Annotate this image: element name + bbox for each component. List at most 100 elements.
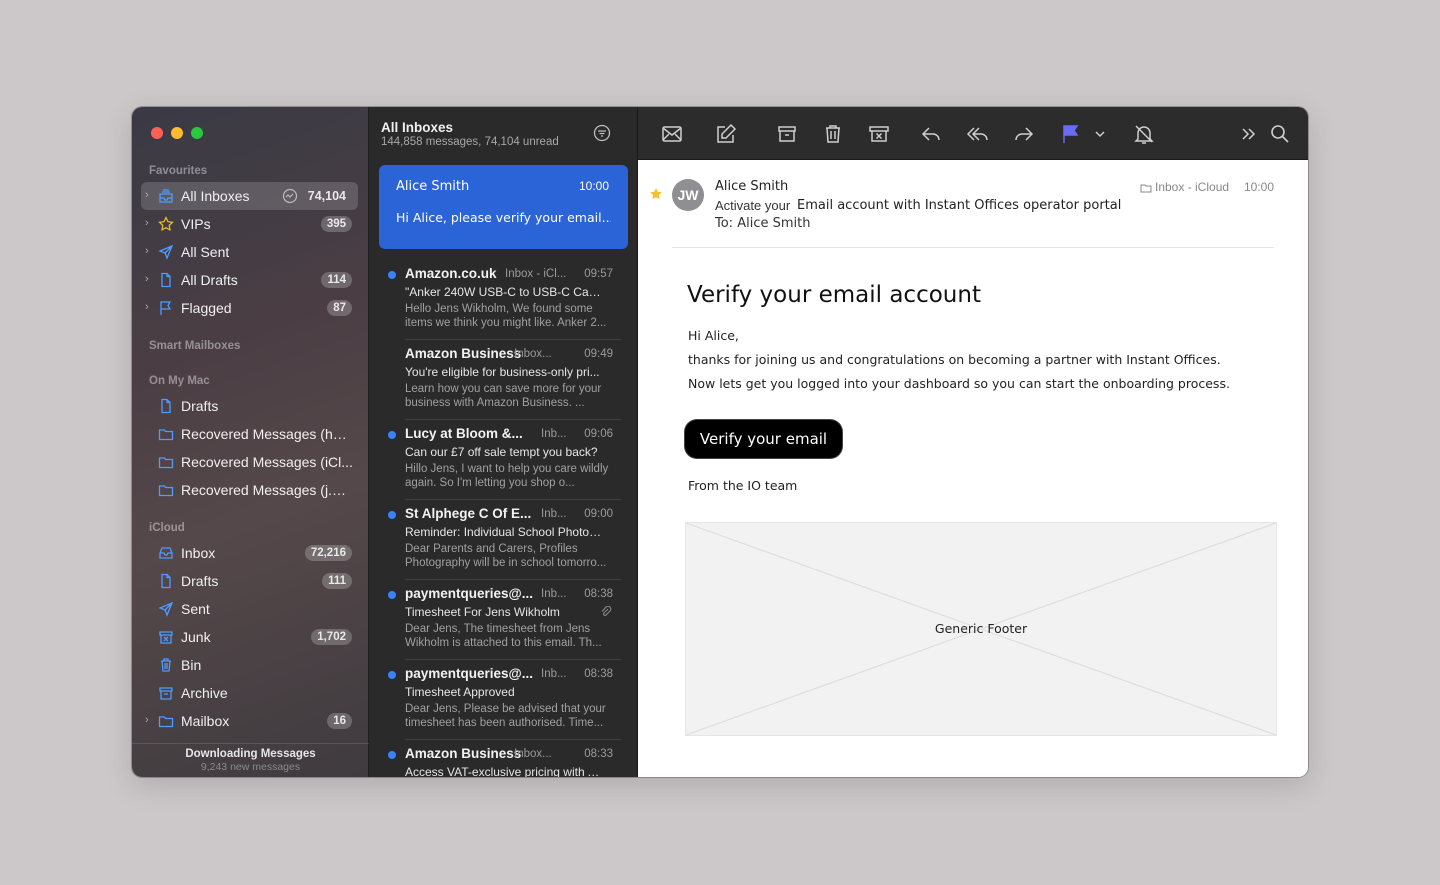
sidebar-item-label: All Drafts bbox=[181, 272, 238, 288]
message-sender: Amazon Business bbox=[405, 346, 522, 361]
list-item[interactable]: Amazon Business Inbox... 08:33 Access VA… bbox=[369, 740, 637, 777]
search-icon[interactable] bbox=[1268, 122, 1292, 146]
email-greeting: Hi Alice, bbox=[688, 328, 739, 343]
sidebar-item-label: Junk bbox=[181, 629, 211, 645]
sender-name: Alice Smith bbox=[715, 179, 789, 194]
message-subject: Can our £7 off sale tempt you back? bbox=[405, 445, 598, 459]
minimize-window-button[interactable] bbox=[171, 127, 183, 139]
message-mailbox: Inbox... bbox=[514, 348, 552, 360]
more-chevrons-icon[interactable] bbox=[1237, 122, 1261, 146]
sidebar-item-all-inboxes[interactable]: › All Inboxes 74,104 bbox=[141, 182, 358, 210]
trash-icon[interactable] bbox=[821, 122, 845, 146]
unread-count: 114 bbox=[321, 272, 352, 288]
footer-label: Generic Footer bbox=[934, 621, 1028, 636]
list-item[interactable]: Lucy at Bloom &... Inb... 09:06 Can our … bbox=[369, 420, 637, 500]
sidebar-item-label: Drafts bbox=[181, 573, 219, 589]
archive-icon[interactable] bbox=[775, 122, 799, 146]
unread-count: 111 bbox=[322, 573, 352, 589]
section-smart-mailboxes[interactable]: Smart Mailboxes bbox=[149, 340, 240, 352]
mute-bell-icon[interactable] bbox=[1132, 122, 1156, 146]
sidebar-item-recovered-1[interactable]: Recovered Messages (hell... bbox=[141, 420, 358, 448]
sidebar-item-icloud-inbox[interactable]: Inbox 72,216 bbox=[141, 539, 358, 567]
sidebar-item-icloud-bin[interactable]: Bin bbox=[141, 651, 358, 679]
chevron-right-icon[interactable]: › bbox=[145, 301, 155, 315]
sidebar-item-all-sent[interactable]: › All Sent bbox=[141, 238, 358, 266]
sidebar-item-recovered-3[interactable]: Recovered Messages (j.wi... bbox=[141, 476, 358, 504]
message-time: 09:06 bbox=[584, 428, 613, 440]
message-sender: Amazon Business bbox=[405, 746, 522, 761]
flag-icon[interactable] bbox=[1059, 122, 1083, 146]
sidebar-item-icloud-drafts[interactable]: Drafts 111 bbox=[141, 567, 358, 595]
chevron-right-icon[interactable]: › bbox=[145, 217, 155, 231]
message-subject: Timesheet Approved bbox=[405, 685, 515, 699]
download-status: Downloading Messages 9,243 new messages bbox=[132, 743, 369, 777]
forward-icon[interactable] bbox=[1012, 122, 1036, 146]
message-sender: paymentqueries@... bbox=[405, 666, 533, 681]
section-favourites: Favourites bbox=[149, 165, 208, 177]
message-time: 08:38 bbox=[584, 588, 613, 600]
message-sender: Lucy at Bloom &... bbox=[405, 426, 523, 441]
unread-count: 72,216 bbox=[304, 545, 352, 561]
mailbox-label: Inbox - iCloud bbox=[1155, 180, 1230, 194]
list-item[interactable]: Amazon.co.uk Inbox - iCl... 09:57 "Anker… bbox=[369, 260, 637, 340]
chevron-right-icon[interactable]: › bbox=[145, 245, 155, 259]
junk-icon[interactable] bbox=[867, 122, 891, 146]
unread-dot-icon bbox=[388, 591, 396, 599]
document-icon bbox=[161, 272, 171, 288]
sidebar-item-icloud-mailbox[interactable]: › Mailbox 16 bbox=[141, 707, 358, 735]
sidebar-item-icloud-archive[interactable]: Archive bbox=[141, 679, 358, 707]
paperclip-icon bbox=[601, 606, 612, 616]
sidebar-item-mac-drafts[interactable]: Drafts bbox=[141, 392, 358, 420]
list-item[interactable]: Amazon Business Inbox... 09:49 You're el… bbox=[369, 340, 637, 420]
sidebar-item-label: Drafts bbox=[181, 398, 219, 414]
sidebar-item-recovered-2[interactable]: Recovered Messages (iCl... bbox=[141, 448, 358, 476]
verify-email-button[interactable]: Verify your email bbox=[685, 420, 842, 458]
download-status-title: Downloading Messages bbox=[185, 748, 316, 760]
sidebar-item-label: Recovered Messages (j.wi... bbox=[181, 482, 353, 498]
list-item[interactable]: St Alphege C Of E... Inb... 09:00 Remind… bbox=[369, 500, 637, 580]
star-icon[interactable] bbox=[649, 187, 663, 201]
sidebar: Favourites › All Inboxes 74,104 › VIPs 3… bbox=[132, 107, 369, 777]
section-on-my-mac[interactable]: On My Mac bbox=[149, 375, 210, 387]
chevron-down-icon[interactable] bbox=[1093, 122, 1107, 146]
message-preview: Dear Jens, Please be advised that your t… bbox=[405, 703, 606, 729]
filter-icon[interactable] bbox=[593, 124, 611, 142]
compose-icon[interactable] bbox=[714, 122, 738, 146]
zoom-window-button[interactable] bbox=[191, 127, 203, 139]
reply-icon[interactable] bbox=[919, 122, 943, 146]
reply-all-icon[interactable] bbox=[965, 122, 991, 146]
sidebar-item-icloud-junk[interactable]: Junk 1,702 bbox=[141, 623, 358, 651]
message-time: 08:38 bbox=[584, 668, 613, 680]
divider bbox=[672, 247, 1274, 248]
sidebar-item-vips[interactable]: › VIPs 395 bbox=[141, 210, 358, 238]
message-mailbox: Inb... bbox=[541, 428, 567, 440]
sidebar-item-all-drafts[interactable]: › All Drafts 114 bbox=[141, 266, 358, 294]
sidebar-item-label: Recovered Messages (hell... bbox=[181, 426, 353, 442]
unread-count: 87 bbox=[327, 300, 352, 316]
toolbar bbox=[638, 107, 1308, 160]
sidebar-item-label: VIPs bbox=[181, 216, 211, 232]
unread-count: 1,702 bbox=[311, 629, 352, 645]
sidebar-item-label: Flagged bbox=[181, 300, 232, 316]
document-icon bbox=[161, 398, 171, 414]
get-mail-icon[interactable] bbox=[660, 122, 684, 146]
unread-count: 74,104 bbox=[307, 189, 346, 203]
unread-dot-icon bbox=[388, 751, 396, 759]
list-item[interactable]: paymentqueries@... Inb... 08:38 Timeshee… bbox=[369, 580, 637, 660]
recipient: To: Alice Smith bbox=[715, 216, 811, 231]
chevron-right-icon[interactable]: › bbox=[145, 273, 155, 287]
list-item[interactable]: paymentqueries@... Inb... 08:38 Timeshee… bbox=[369, 660, 637, 740]
chevron-right-icon[interactable]: › bbox=[145, 189, 155, 203]
message-subject: "Anker 240W USB-C to USB-C Cabl... bbox=[405, 285, 605, 299]
email-body-line: Now lets get you logged into your dashbo… bbox=[688, 376, 1230, 391]
close-window-button[interactable] bbox=[151, 127, 163, 139]
document-icon bbox=[161, 573, 171, 589]
section-icloud[interactable]: iCloud bbox=[149, 522, 185, 534]
sidebar-item-flagged[interactable]: › Flagged 87 bbox=[141, 294, 358, 322]
list-subtitle: 144,858 messages, 74,104 unread bbox=[381, 136, 559, 148]
footer-placeholder: Generic Footer bbox=[685, 522, 1277, 736]
message-list: All Inboxes 144,858 messages, 74,104 unr… bbox=[369, 107, 638, 777]
chevron-right-icon[interactable]: › bbox=[145, 714, 155, 728]
sidebar-item-icloud-sent[interactable]: Sent bbox=[141, 595, 358, 623]
list-item-selected[interactable]: Alice Smith 10:00 Hi Alice, please verif… bbox=[379, 165, 628, 249]
